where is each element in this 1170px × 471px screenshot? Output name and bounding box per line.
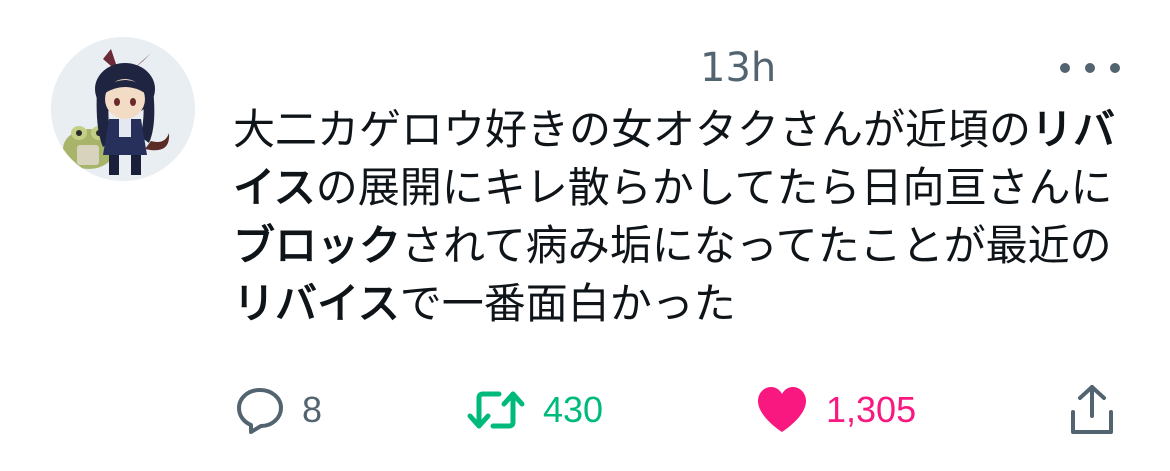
retweet-count: 430 <box>543 389 604 430</box>
more-dots-icon <box>1060 63 1070 73</box>
retweet-button[interactable]: 430 <box>465 380 603 440</box>
text-segment-bold: ブロック <box>233 221 402 270</box>
share-button[interactable] <box>1068 380 1116 440</box>
text-segment: されて病み垢になってたことが最近の <box>401 221 1112 270</box>
share-upload-icon <box>1071 385 1113 434</box>
text-segment: の展開にキレ散らかしてたら日向亘さんに <box>315 163 1113 212</box>
text-segment-bold: リバイス <box>233 279 400 328</box>
more-dots-icon <box>1110 63 1120 73</box>
more-dots-icon <box>1085 63 1095 73</box>
timestamp[interactable]: 13h <box>700 44 776 92</box>
like-button[interactable]: 1,305 <box>754 380 916 440</box>
like-count: 1,305 <box>826 389 917 430</box>
avatar-figure-image <box>51 37 195 181</box>
retweet-arrows-icon <box>467 391 525 429</box>
reply-bubble-icon <box>237 388 283 434</box>
tweet-actions-bar: 8 430 1,305 <box>0 380 1170 440</box>
more-options-button[interactable] <box>1060 56 1120 80</box>
text-segment: で一番面白かった <box>399 279 736 328</box>
avatar[interactable] <box>51 37 195 181</box>
tweet[interactable]: 13h 大二カゲロウ好きの女オタクさんが近頃のリバイス の展開にキレ散らかしてたら… <box>0 0 1170 471</box>
text-segment: 大二カゲロウ好きの女オタクさんが近頃の <box>233 105 1032 154</box>
tweet-text: 大二カゲロウ好きの女オタクさんが近頃のリバイス の展開にキレ散らかしてたら日向亘さ… <box>233 101 1123 333</box>
reply-button[interactable]: 8 <box>234 380 322 440</box>
heart-filled-icon <box>758 387 806 432</box>
reply-count: 8 <box>302 389 323 430</box>
